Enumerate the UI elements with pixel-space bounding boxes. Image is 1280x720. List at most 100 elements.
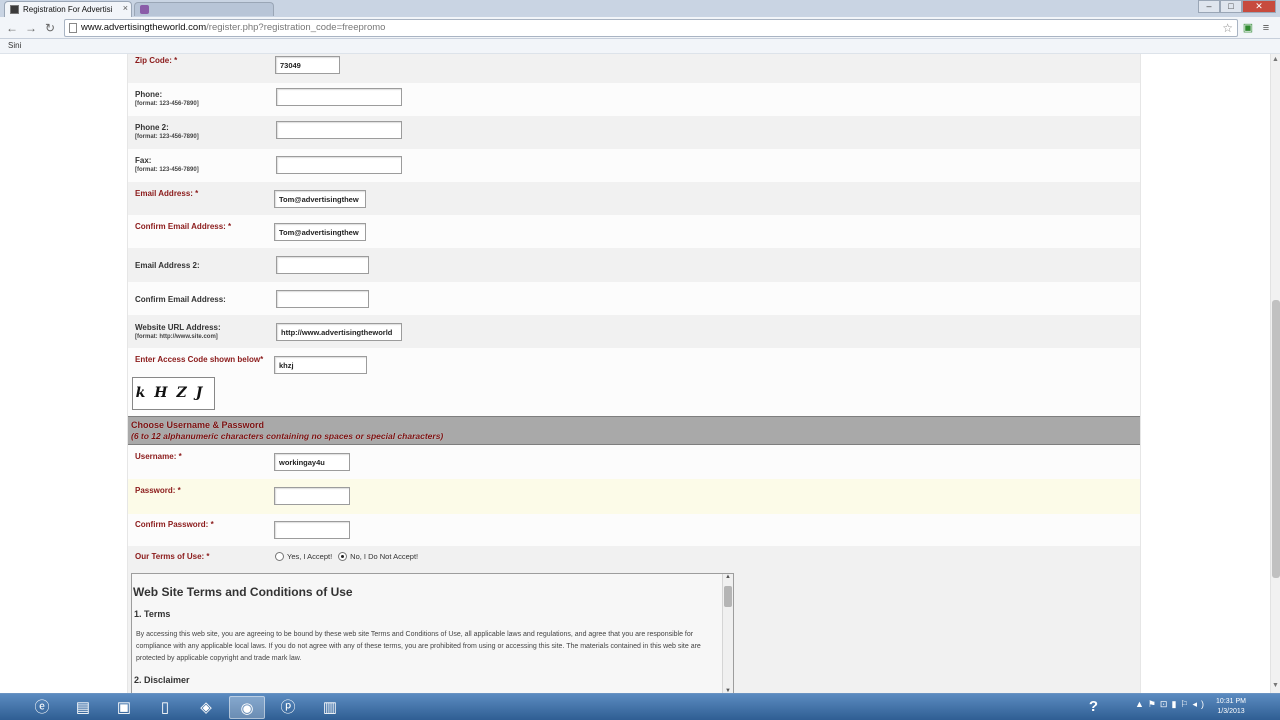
clock-time: 10:31 PM [1216, 698, 1246, 705]
extension-icon[interactable]: ▣ [1241, 21, 1255, 35]
username-input[interactable] [274, 453, 350, 471]
password-label: Password: * [135, 486, 181, 495]
tab-registration[interactable]: Registration For Advertisi × [4, 1, 132, 17]
confirm-email2-input[interactable] [276, 290, 369, 308]
tab-background[interactable] [134, 2, 274, 16]
minimize-button[interactable]: – [1198, 0, 1220, 13]
form-row-email: Email Address: * [128, 182, 1140, 215]
site-favicon-icon [10, 5, 19, 14]
form-row-username: Username: * [128, 445, 1140, 479]
credentials-section-title: Choose Username & Password [131, 420, 265, 430]
phone-input[interactable] [276, 88, 402, 106]
terms-heading-1: 1. Terms [134, 609, 171, 619]
form-row-phone: Phone: [format: 123-456-7890] [128, 83, 1140, 116]
form-row-website: Website URL Address: [format: http://www.… [128, 315, 1140, 348]
form-row-confirm-email2: Confirm Email Address: [128, 282, 1140, 315]
access-code-label: Enter Access Code shown below* [135, 355, 264, 364]
form-row-fax: Fax: [format: 123-456-7890] [128, 149, 1140, 182]
phone2-input[interactable] [276, 121, 402, 139]
website-input[interactable] [276, 323, 402, 341]
tab-close-icon[interactable]: × [123, 3, 128, 13]
phone2-label-text: Phone 2: [135, 123, 169, 132]
page-scrollbar[interactable]: ▲ ▼ [1270, 54, 1280, 693]
accept-radio-label[interactable]: Yes, I Accept! [287, 552, 332, 561]
app-window-icon[interactable]: ▣ [106, 696, 142, 719]
credentials-section-header: Choose Username & Password (6 to 12 alph… [128, 416, 1140, 445]
phone-label-text: Phone: [135, 90, 163, 99]
registration-form: Zip Code: * Phone: [format: 123-456-7890]… [127, 54, 1141, 693]
decline-radio[interactable] [338, 552, 348, 561]
pinterest-icon[interactable]: ⓟ [270, 696, 306, 719]
terms-heading-2: 2. Disclaimer [134, 675, 190, 685]
phone2-format-hint: [format: 123-456-7890] [135, 134, 199, 140]
email-input[interactable] [274, 190, 366, 208]
close-window-button[interactable]: ✕ [1242, 0, 1276, 13]
system-tray-icons[interactable]: ▲⚑⊡▮⚐◂) [1135, 699, 1208, 710]
url-domain: www.advertisingtheworld.com [81, 22, 207, 33]
terms-textbox[interactable]: Web Site Terms and Conditions of Use 1. … [131, 573, 734, 693]
password-input[interactable] [274, 487, 350, 505]
browser-toolbar: ← → ↻ www.advertisingtheworld.com/regist… [0, 17, 1280, 39]
windows-taskbar: ⓔ ▤ ▣ ▯ ◈ ◉ ⓟ ▥ ? ▲⚑⊡▮⚐◂) 10:31 PM 1/3/2… [0, 693, 1280, 720]
form-row-access-code: Enter Access Code shown below* kHZJ [128, 348, 1140, 416]
terms-label: Our Terms of Use: * [135, 552, 210, 561]
scroll-up-icon[interactable]: ▲ [1272, 56, 1279, 63]
accept-radio[interactable] [275, 552, 284, 561]
form-row-email2: Email Address 2: [128, 248, 1140, 282]
email-label: Email Address: * [135, 189, 199, 198]
captcha-image: kHZJ [132, 377, 215, 410]
tab-title: Registration For Advertisi [23, 5, 113, 14]
website-label: Website URL Address: [format: http://www.… [135, 323, 221, 340]
reload-icon[interactable]: ↻ [42, 20, 58, 36]
form-row-confirm-password: Confirm Password: * [128, 514, 1140, 546]
back-arrow-icon[interactable]: ← [4, 20, 20, 36]
confirm-email2-label: Confirm Email Address: [135, 295, 226, 304]
form-row-phone2: Phone 2: [format: 123-456-7890] [128, 116, 1140, 149]
confirm-email-input[interactable] [274, 223, 366, 241]
credentials-section-subtitle: (6 to 12 alphanumeric characters contain… [131, 431, 444, 441]
yahoo-favicon-icon [140, 5, 149, 14]
form-row-password: Password: * [128, 479, 1140, 514]
decline-radio-label[interactable]: No, I Do Not Accept! [350, 552, 418, 561]
page-viewport: Zip Code: * Phone: [format: 123-456-7890]… [0, 54, 1270, 693]
access-code-input[interactable] [274, 356, 367, 374]
terms-radio-group: Yes, I Accept! No, I Do Not Accept! [275, 552, 424, 561]
address-bar[interactable]: www.advertisingtheworld.com/register.php… [64, 19, 1238, 37]
form-row-confirm-email: Confirm Email Address: * [128, 215, 1140, 248]
zip-input[interactable] [275, 56, 340, 74]
program-icon[interactable]: ◈ [188, 696, 224, 719]
page-icon [69, 23, 77, 33]
menu-icon[interactable]: ≡ [1259, 21, 1273, 35]
phone-format-hint: [format: 123-456-7890] [135, 101, 199, 107]
forward-arrow-icon[interactable]: → [23, 20, 39, 36]
maximize-button[interactable]: □ [1220, 0, 1242, 13]
form-row-zip: Zip Code: * [128, 54, 1140, 83]
confirm-password-input[interactable] [274, 521, 350, 539]
media-icon[interactable]: ▥ [312, 696, 348, 719]
scroll-down-icon[interactable]: ▼ [1272, 682, 1279, 689]
phone-label: Phone: [format: 123-456-7890] [135, 90, 199, 107]
fax-label-text: Fax: [135, 156, 152, 165]
document-icon[interactable]: ▯ [147, 696, 183, 719]
fax-input[interactable] [276, 156, 402, 174]
phone2-label: Phone 2: [format: 123-456-7890] [135, 123, 199, 140]
terms-scrollbar[interactable]: ▲ ▼ [722, 574, 733, 693]
fax-label: Fax: [format: 123-456-7890] [135, 156, 199, 173]
taskbar-clock[interactable]: 10:31 PM 1/3/2013 [1216, 697, 1246, 717]
help-icon[interactable]: ? [1085, 697, 1102, 716]
bookmarks-bar: Sini [0, 39, 1280, 54]
website-label-text: Website URL Address: [135, 323, 221, 332]
internet-explorer-icon[interactable]: ⓔ [24, 696, 60, 719]
bookmark-star-icon[interactable]: ☆ [1222, 20, 1233, 36]
terms-scroll-thumb[interactable] [724, 586, 732, 607]
page-scroll-thumb[interactable] [1272, 300, 1280, 578]
file-explorer-icon[interactable]: ▤ [65, 696, 101, 719]
fax-format-hint: [format: 123-456-7890] [135, 167, 199, 173]
terms-scroll-up-icon[interactable]: ▲ [725, 574, 731, 580]
bookmark-item[interactable]: Sini [8, 41, 21, 50]
email2-input[interactable] [276, 256, 369, 274]
chrome-icon[interactable]: ◉ [229, 696, 265, 719]
confirm-email-label: Confirm Email Address: * [135, 222, 232, 231]
confirm-password-label: Confirm Password: * [135, 520, 214, 529]
username-label: Username: * [135, 452, 182, 461]
